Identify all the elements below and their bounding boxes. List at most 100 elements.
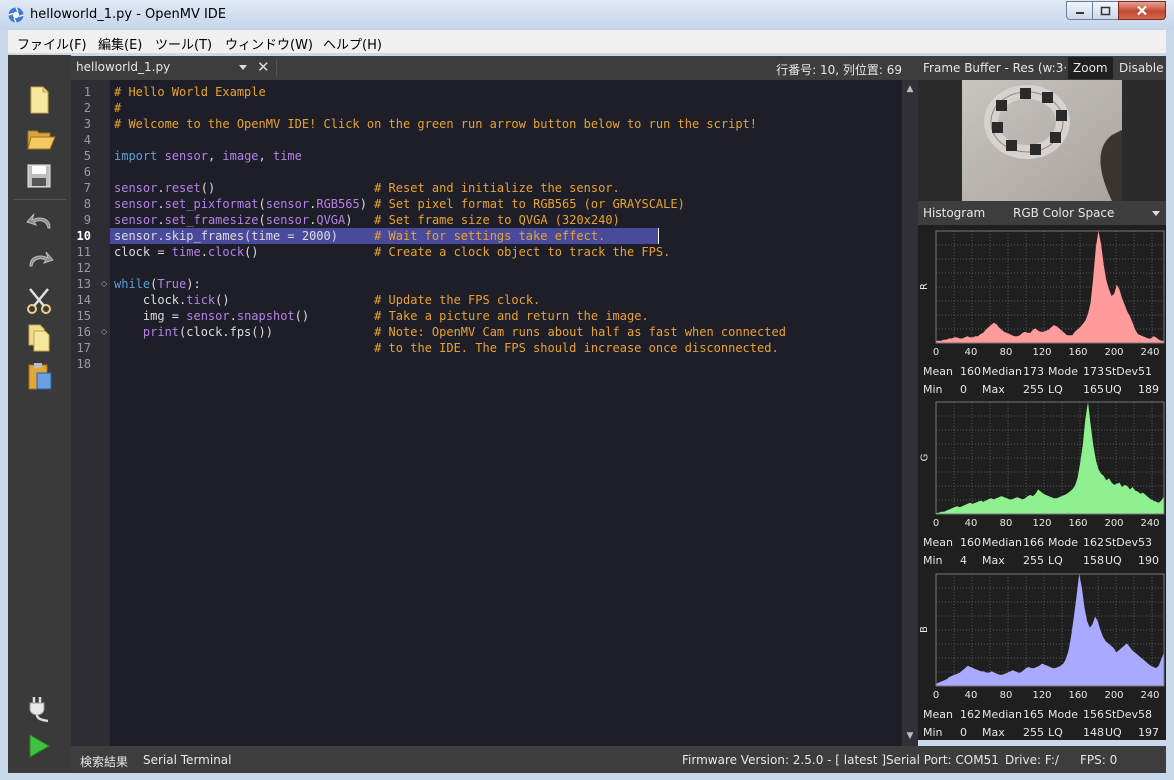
line-number: 6	[83, 165, 91, 179]
connect-plug-icon[interactable]	[26, 693, 54, 723]
firmware-version[interactable]: Firmware Version: 2.5.0 - [ latest ]	[682, 753, 886, 767]
stat-value-mode: 162	[1083, 536, 1104, 549]
stat-label-stdev: StDev	[1105, 365, 1139, 378]
code-line: import sensor, image, time	[114, 149, 302, 163]
histogram-channel-r: R 0 40 80 120 160 200 240 Mean 160 Median 173 Mode 17…	[918, 225, 1166, 397]
stat-label-median: Median	[982, 365, 1023, 378]
stat-label-mean: Mean	[923, 536, 953, 549]
undo-icon[interactable]	[26, 210, 54, 234]
zoom-button[interactable]: Zoom	[1068, 57, 1113, 79]
stat-value-lq: 165	[1083, 383, 1104, 396]
histogram-plot	[935, 573, 1165, 687]
save-icon[interactable]	[26, 163, 52, 189]
histogram-tick-label: 80	[999, 518, 1013, 529]
stat-value-stdev: 51	[1138, 365, 1152, 378]
histogram-tick-label: 160	[1068, 690, 1088, 701]
line-number: 7	[83, 181, 91, 195]
menu-file[interactable]: ファイル(F)	[17, 34, 87, 53]
scroll-up-icon[interactable]: ▲	[902, 84, 918, 94]
stat-value-mean: 160	[960, 365, 981, 378]
cut-icon[interactable]	[26, 287, 54, 315]
editor-scrollbar[interactable]: ▲ ▼	[902, 80, 918, 746]
redo-icon[interactable]	[26, 248, 54, 272]
new-file-icon[interactable]	[26, 85, 52, 115]
menu-window[interactable]: ウィンドウ(W)	[225, 34, 313, 53]
stat-label-lq: LQ	[1048, 383, 1063, 396]
line-number: 12	[76, 261, 91, 275]
minimize-icon	[1075, 11, 1084, 14]
disable-button[interactable]: Disable	[1114, 57, 1169, 79]
histogram-stats-row: Mean 160 Median 173 Mode 173 StDev 51	[918, 365, 1166, 381]
stat-label-uq: UQ	[1105, 554, 1122, 567]
open-folder-icon[interactable]	[26, 123, 56, 153]
minimize-button[interactable]	[1066, 1, 1093, 20]
line-number: 10	[76, 229, 91, 243]
stat-value-mean: 160	[960, 536, 981, 549]
stat-label-stdev: StDev	[1105, 536, 1139, 549]
chevron-down-icon[interactable]	[1152, 211, 1160, 216]
stat-value-lq: 148	[1083, 726, 1104, 739]
close-document-icon[interactable]: ✕	[257, 60, 270, 75]
paste-icon[interactable]	[26, 361, 54, 391]
status-bar: 検索結果 Serial Terminal Firmware Version: 2…	[71, 746, 1166, 773]
line-number: 8	[83, 197, 91, 211]
menu-tools[interactable]: ツール(T)	[155, 34, 212, 53]
line-number: 4	[83, 133, 91, 147]
line-number: 17	[76, 341, 91, 355]
code-editor[interactable]: # Hello World Example # # Welcome to the O…	[110, 80, 902, 746]
maximize-button[interactable]	[1092, 1, 1119, 20]
histogram-label: Histogram	[923, 206, 986, 220]
stat-value-uq: 189	[1138, 383, 1159, 396]
maximize-icon	[1100, 6, 1111, 15]
stat-value-stdev: 53	[1138, 536, 1152, 549]
title-bar: helloworld_1.py - OpenMV IDE	[0, 0, 1174, 30]
line-number: 5	[83, 149, 91, 163]
stat-value-min: 4	[960, 554, 967, 567]
histogram-stats-row: Mean 160 Median 166 Mode 162 StDev 53	[918, 536, 1166, 552]
stat-label-max: Max	[982, 554, 1005, 567]
stat-value-min: 0	[960, 726, 967, 739]
stat-label-min: Min	[923, 383, 943, 396]
histogram-tick-label: 240	[1140, 347, 1160, 358]
stat-label-stdev: StDev	[1105, 708, 1139, 721]
line-number: 1	[83, 85, 91, 99]
chevron-down-icon[interactable]	[239, 65, 247, 70]
histogram-plot	[935, 230, 1165, 344]
fold-marker-icon[interactable]: ◇	[101, 324, 107, 340]
histogram-tick-label: 120	[1032, 347, 1052, 358]
run-icon[interactable]	[26, 733, 52, 759]
serial-terminal-tab[interactable]: Serial Terminal	[143, 753, 231, 767]
stat-label-mode: Mode	[1048, 365, 1078, 378]
scroll-down-icon[interactable]: ▼	[902, 731, 918, 741]
copy-icon[interactable]	[26, 323, 52, 353]
code-line: sensor.skip_frames(time = 2000) # Wait f…	[114, 229, 606, 243]
color-space-selector[interactable]: RGB Color Space	[1013, 206, 1114, 220]
close-window-button[interactable]	[1118, 1, 1166, 20]
histogram-tick-label: 160	[1068, 347, 1088, 358]
code-line: # Welcome to the OpenMV IDE! Click on th…	[114, 117, 757, 131]
menu-help[interactable]: ヘルプ(H)	[323, 34, 382, 53]
drive[interactable]: Drive: F:/	[1005, 753, 1059, 767]
stat-label-uq: UQ	[1105, 726, 1122, 739]
fold-marker-icon[interactable]: ◇	[101, 276, 107, 292]
histogram-tick-label: 240	[1140, 690, 1160, 701]
search-results-tab[interactable]: 検索結果	[80, 753, 128, 770]
stat-value-mean: 162	[960, 708, 981, 721]
histogram-header: Histogram RGB Color Space	[918, 201, 1166, 225]
stat-value-stdev: 58	[1138, 708, 1152, 721]
histogram-channel-b: B 0 40 80 120 160 200 240 Mean 162 Median 165 Mode 15…	[918, 568, 1166, 740]
histogram-plot	[935, 401, 1165, 515]
stat-label-lq: LQ	[1048, 726, 1063, 739]
code-line: sensor.reset() # Reset and initialize th…	[114, 181, 620, 195]
frame-buffer-header: Frame Buffer - Res (w:3··· Zoom Disable	[918, 56, 1166, 80]
histogram-tick-label: 40	[964, 518, 978, 529]
frame-buffer-title: Frame Buffer - Res (w:3···	[923, 61, 1075, 75]
file-selector[interactable]: helloworld_1.py	[76, 60, 170, 74]
stat-label-uq: UQ	[1105, 383, 1122, 396]
stat-label-mode: Mode	[1048, 536, 1078, 549]
code-line: # Hello World Example	[114, 85, 266, 99]
stat-label-median: Median	[982, 536, 1023, 549]
menu-edit[interactable]: 編集(E)	[98, 34, 142, 53]
window-title: helloworld_1.py - OpenMV IDE	[30, 7, 227, 22]
stat-label-max: Max	[982, 383, 1005, 396]
